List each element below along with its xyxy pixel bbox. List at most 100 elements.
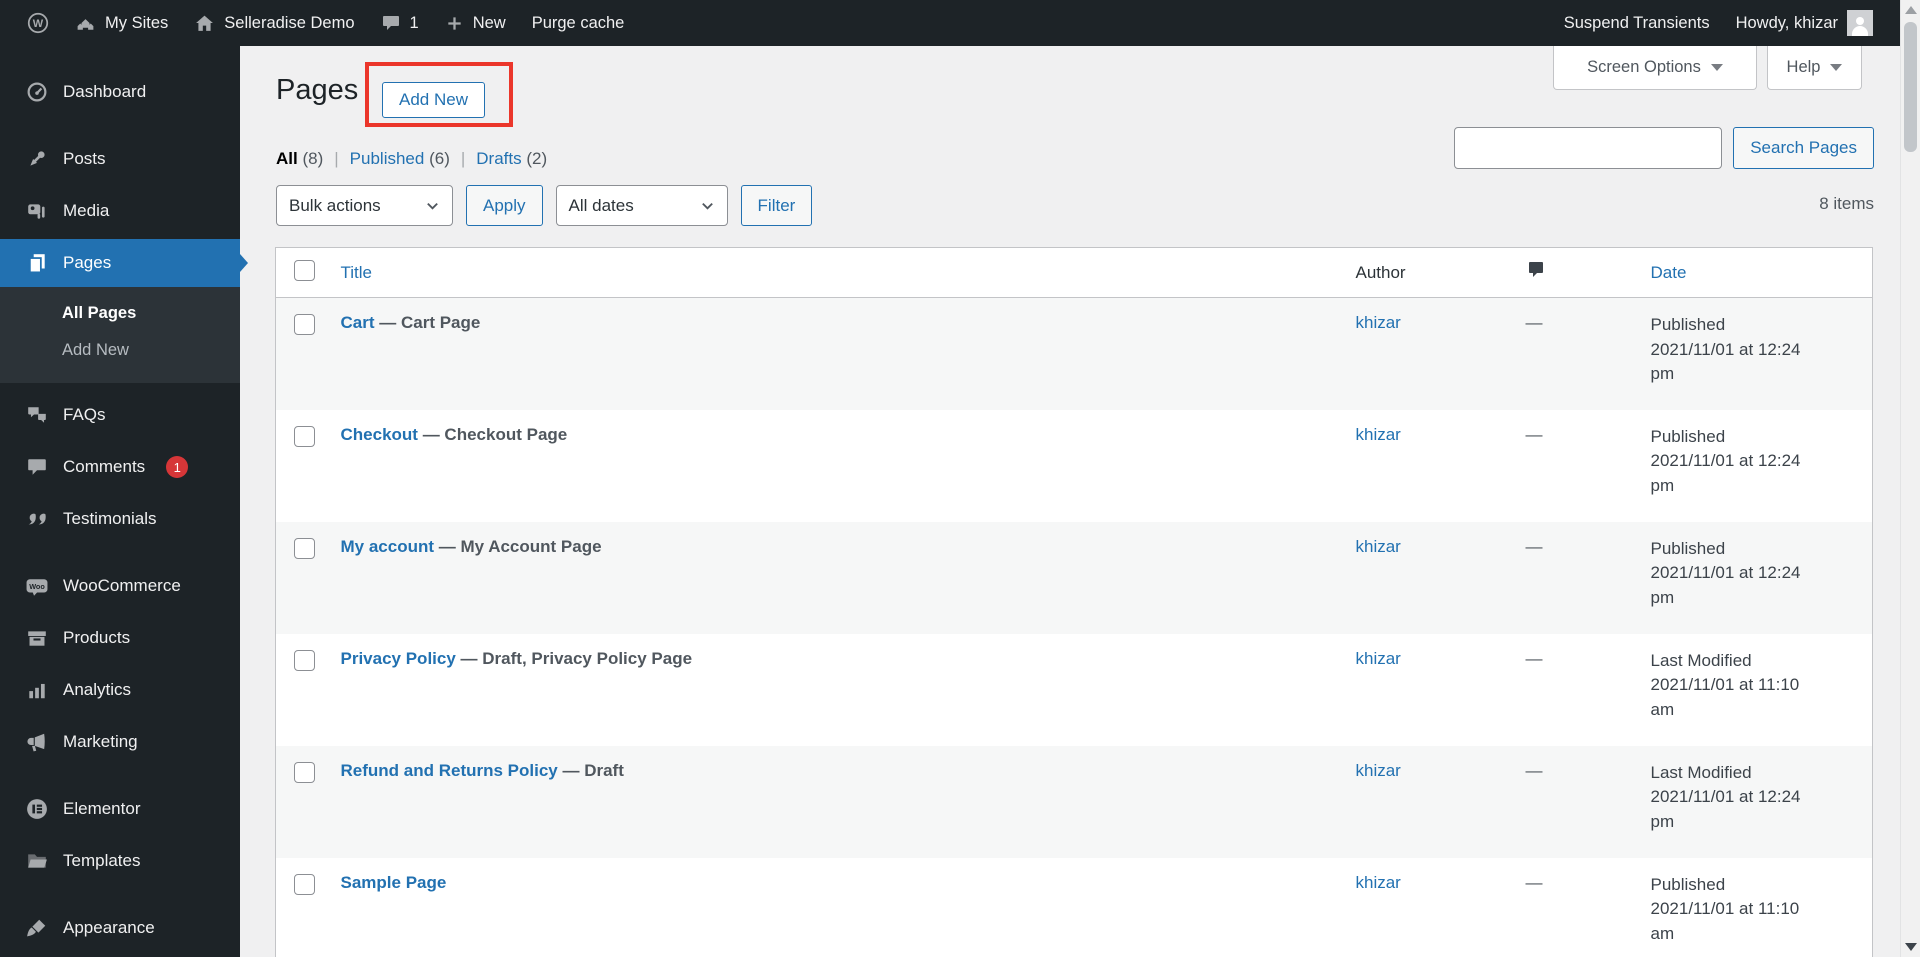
row-checkbox[interactable] bbox=[294, 425, 315, 447]
admin-bar-right: Suspend Transients Howdy, khizar bbox=[1551, 0, 1886, 46]
new-label: New bbox=[472, 13, 506, 32]
vertical-scrollbar[interactable] bbox=[1900, 0, 1920, 957]
date-value: 2021/11/01 at 12:24 pm bbox=[1650, 339, 1801, 384]
quote-icon bbox=[26, 508, 48, 530]
date-value: 2021/11/01 at 12:24 pm bbox=[1650, 787, 1801, 831]
scroll-up-arrow-icon[interactable] bbox=[1905, 6, 1917, 14]
page-title-link[interactable]: My account bbox=[341, 537, 435, 556]
author-link[interactable]: khizar bbox=[1356, 649, 1401, 668]
submenu-add-new[interactable]: Add New bbox=[0, 332, 240, 369]
apply-button[interactable]: Apply bbox=[466, 185, 543, 226]
date-status: Published bbox=[1650, 315, 1726, 334]
my-sites-menu[interactable]: My Sites bbox=[62, 0, 181, 46]
row-checkbox[interactable] bbox=[294, 314, 315, 335]
row-checkbox[interactable] bbox=[294, 537, 315, 559]
comment-count: — bbox=[1525, 313, 1543, 332]
sidebar-item-appearance[interactable]: Appearance bbox=[0, 904, 240, 952]
admin-bar-comments[interactable]: 1 bbox=[368, 0, 432, 46]
wordpress-logo-menu[interactable]: W bbox=[14, 0, 62, 46]
row-checkbox[interactable] bbox=[294, 649, 315, 671]
search-area: Search Pages bbox=[1454, 127, 1874, 169]
all-dates-select[interactable]: All dates bbox=[555, 185, 728, 226]
svg-text:Woo: Woo bbox=[29, 582, 45, 591]
search-input[interactable] bbox=[1454, 127, 1723, 169]
sidebar-item-testimonials[interactable]: Testimonials bbox=[0, 495, 240, 543]
suspend-transients-menu[interactable]: Suspend Transients bbox=[1551, 0, 1723, 46]
sidebar-item-label: Pages bbox=[63, 253, 112, 272]
page-title-link[interactable]: Sample Page bbox=[341, 873, 447, 892]
table-row: Refund and Returns Policy — Draft khizar… bbox=[275, 745, 1873, 858]
site-name-menu[interactable]: Selleradise Demo bbox=[181, 0, 367, 46]
column-header-date[interactable]: Date bbox=[1651, 263, 1687, 282]
view-all[interactable]: All (8) bbox=[276, 149, 323, 169]
search-pages-button[interactable]: Search Pages bbox=[1733, 127, 1874, 169]
column-header-author: Author bbox=[1345, 247, 1516, 298]
add-new-button[interactable]: Add New bbox=[382, 82, 485, 118]
sidebar-item-label: Dashboard bbox=[63, 82, 147, 101]
sidebar-item-marketing[interactable]: Marketing bbox=[0, 718, 240, 766]
sidebar-item-media[interactable]: Media bbox=[0, 187, 240, 235]
row-checkbox[interactable] bbox=[294, 761, 315, 783]
sidebar-item-label: Posts bbox=[63, 149, 106, 168]
new-content-menu[interactable]: New bbox=[432, 0, 519, 46]
media-icon bbox=[26, 200, 48, 222]
pushpin-icon bbox=[26, 148, 48, 170]
sidebar-item-label: Marketing bbox=[63, 732, 138, 751]
view-drafts[interactable]: Drafts (2) bbox=[476, 149, 547, 169]
page-title-link[interactable]: Refund and Returns Policy bbox=[341, 761, 558, 780]
date-status: Published bbox=[1650, 426, 1726, 446]
sidebar-item-elementor[interactable]: Elementor bbox=[0, 785, 240, 833]
scrollbar-thumb[interactable] bbox=[1904, 22, 1917, 152]
table-row: My account — My Account Page khizar — Pu… bbox=[275, 521, 1873, 634]
table-row: Cart — Cart Page khizar — Published 2021/… bbox=[275, 297, 1873, 410]
bulk-actions-select[interactable]: Bulk actions bbox=[276, 185, 453, 226]
page-state: — Checkout Page bbox=[422, 424, 568, 444]
sidebar-item-faqs[interactable]: FAQs bbox=[0, 391, 240, 439]
sidebar-item-templates[interactable]: Templates bbox=[0, 837, 240, 885]
howdy-label: Howdy, khizar bbox=[1735, 13, 1838, 32]
scroll-down-arrow-icon[interactable] bbox=[1905, 943, 1917, 951]
date-status: Published bbox=[1650, 874, 1726, 894]
sidebar-item-dashboard[interactable]: Dashboard bbox=[0, 68, 240, 116]
author-link[interactable]: khizar bbox=[1356, 761, 1401, 780]
home-icon bbox=[194, 13, 215, 34]
account-menu[interactable]: Howdy, khizar bbox=[1723, 0, 1886, 46]
select-all-checkbox[interactable] bbox=[294, 260, 315, 281]
sidebar-item-label: Appearance bbox=[63, 918, 155, 937]
column-header-title[interactable]: Title bbox=[341, 263, 373, 282]
page-title-link[interactable]: Cart bbox=[341, 313, 375, 332]
table-header-row: Title Author Date bbox=[275, 247, 1873, 298]
page-title-link[interactable]: Checkout bbox=[341, 425, 418, 444]
sidebar-item-posts[interactable]: Posts bbox=[0, 135, 240, 183]
author-link[interactable]: khizar bbox=[1356, 873, 1401, 892]
all-dates-value: All dates bbox=[568, 195, 634, 215]
submenu-label: Add New bbox=[62, 341, 129, 359]
screen-options-button[interactable]: Screen Options bbox=[1553, 46, 1757, 90]
sidebar-item-analytics[interactable]: Analytics bbox=[0, 666, 240, 714]
submenu-all-pages[interactable]: All Pages bbox=[0, 295, 240, 332]
table-row: Privacy Policy — Draft, Privacy Policy P… bbox=[276, 634, 1873, 746]
author-link[interactable]: khizar bbox=[1356, 537, 1401, 556]
date-status: Published bbox=[1650, 538, 1726, 558]
help-button[interactable]: Help bbox=[1767, 46, 1862, 90]
sidebar-item-woocommerce[interactable]: Woo WooCommerce bbox=[0, 562, 240, 610]
page-state: — My Account Page bbox=[438, 536, 602, 556]
author-link[interactable]: khizar bbox=[1356, 425, 1401, 444]
suspend-transients-label: Suspend Transients bbox=[1563, 13, 1710, 32]
purge-cache-menu[interactable]: Purge cache bbox=[519, 0, 638, 46]
filter-button[interactable]: Filter bbox=[740, 185, 813, 226]
author-link[interactable]: khizar bbox=[1356, 313, 1401, 332]
chat-bubbles-icon bbox=[26, 404, 48, 426]
row-checkbox[interactable] bbox=[294, 873, 315, 895]
sidebar-item-pages[interactable]: Pages bbox=[0, 239, 248, 287]
page-title-link[interactable]: Privacy Policy bbox=[341, 649, 456, 668]
view-published[interactable]: Published (6) bbox=[350, 149, 450, 169]
comment-count: — bbox=[1525, 872, 1543, 892]
sidebar-item-products[interactable]: Products bbox=[0, 614, 240, 662]
sidebar-item-comments[interactable]: Comments 1 bbox=[0, 443, 240, 491]
purge-cache-label: Purge cache bbox=[531, 13, 625, 32]
help-label: Help bbox=[1786, 58, 1821, 76]
bar-chart-icon bbox=[26, 679, 48, 701]
table-row: Sample Page khizar — Published 2021/11/01… bbox=[276, 858, 1873, 957]
my-sites-icon bbox=[75, 13, 96, 34]
